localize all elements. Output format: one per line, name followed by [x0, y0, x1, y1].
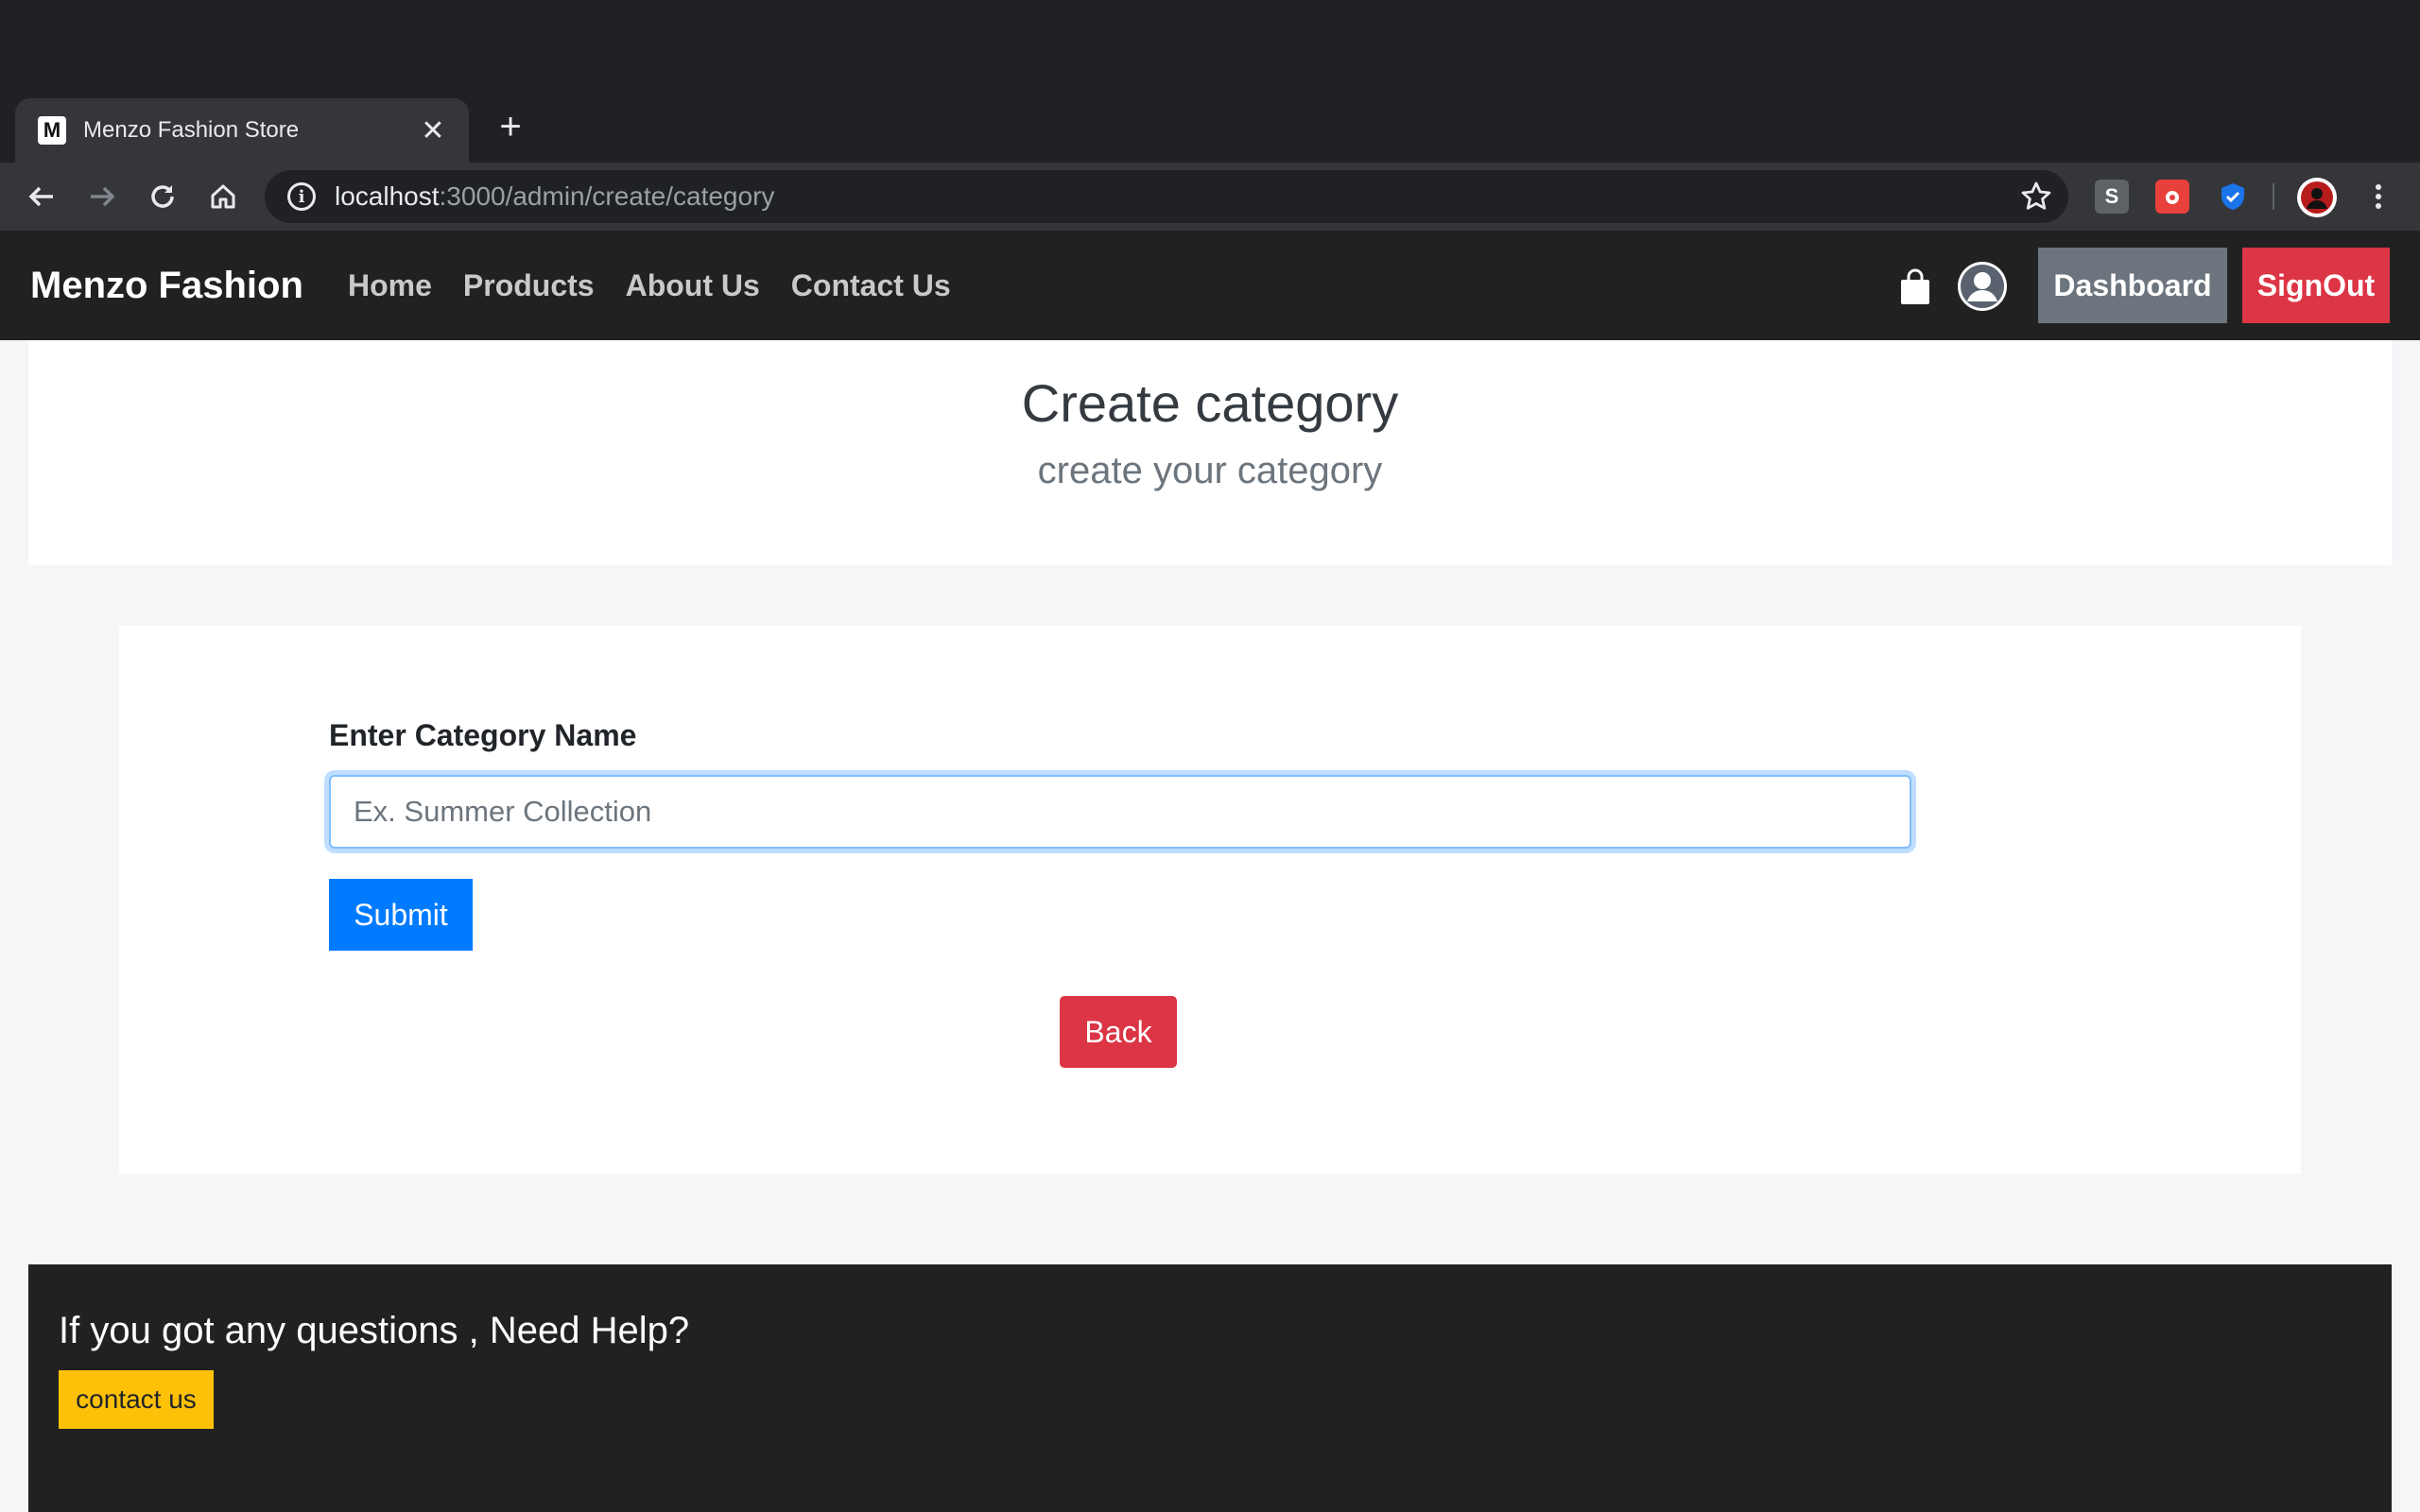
address-bar[interactable]: i localhost:3000/admin/create/category: [265, 170, 2068, 223]
shield-extension-icon[interactable]: [2216, 180, 2250, 214]
browser-tab-strip: M Menzo Fashion Store ✕ +: [0, 0, 2420, 163]
brand-logo[interactable]: Menzo Fashion: [30, 231, 303, 340]
create-category-card: Enter Category Name Submit Back: [119, 626, 2301, 1174]
nav-links: Home Products About Us Contact Us: [348, 231, 982, 340]
page-subtitle: create your category: [1037, 450, 1383, 491]
forward-arrow-icon[interactable]: [79, 174, 125, 219]
back-button[interactable]: Back: [1060, 996, 1177, 1068]
url-path: :3000/admin/create/category: [439, 181, 775, 211]
shopping-bag-icon[interactable]: [1898, 268, 1932, 306]
url-host: localhost: [335, 181, 440, 211]
home-icon[interactable]: [200, 174, 246, 219]
browser-toolbar: i localhost:3000/admin/create/category S: [0, 163, 2420, 231]
reload-icon[interactable]: [140, 174, 185, 219]
dashboard-button[interactable]: Dashboard: [2038, 248, 2227, 323]
page-title: Create category: [1021, 373, 1399, 433]
category-name-input[interactable]: [329, 775, 1911, 849]
close-tab-icon[interactable]: ✕: [416, 114, 450, 147]
user-account-icon[interactable]: [1957, 261, 2008, 312]
help-question-text: If you got any questions , Need Help?: [59, 1310, 690, 1351]
submit-button[interactable]: Submit: [329, 879, 473, 951]
nav-link-products[interactable]: Products: [463, 268, 595, 303]
back-arrow-icon[interactable]: [19, 174, 64, 219]
nav-link-contact-us[interactable]: Contact Us: [791, 268, 951, 303]
profile-avatar-icon[interactable]: [2297, 178, 2337, 217]
site-navbar: Menzo Fashion Home Products About Us Con…: [0, 231, 2420, 340]
bookmark-star-icon[interactable]: [2019, 180, 2053, 214]
s-extension-icon[interactable]: S: [2095, 180, 2129, 214]
browser-menu-icon[interactable]: [2356, 174, 2401, 219]
page-header: Create category create your category: [28, 340, 2392, 565]
tab-title: Menzo Fashion Store: [83, 117, 300, 143]
nav-link-about-us[interactable]: About Us: [626, 268, 760, 303]
toolbar-divider: [2273, 183, 2274, 210]
site-favicon-icon: M: [38, 116, 66, 145]
nav-link-home[interactable]: Home: [348, 268, 432, 303]
contact-us-button[interactable]: contact us: [59, 1370, 214, 1429]
signout-button[interactable]: SignOut: [2242, 248, 2390, 323]
red-extension-icon[interactable]: [2155, 180, 2189, 214]
browser-tab[interactable]: M Menzo Fashion Store ✕: [15, 98, 469, 163]
info-icon[interactable]: i: [287, 182, 316, 211]
new-tab-button[interactable]: +: [492, 108, 529, 146]
site-footer: If you got any questions , Need Help? co…: [28, 1264, 2392, 1512]
category-name-label: Enter Category Name: [329, 718, 637, 752]
